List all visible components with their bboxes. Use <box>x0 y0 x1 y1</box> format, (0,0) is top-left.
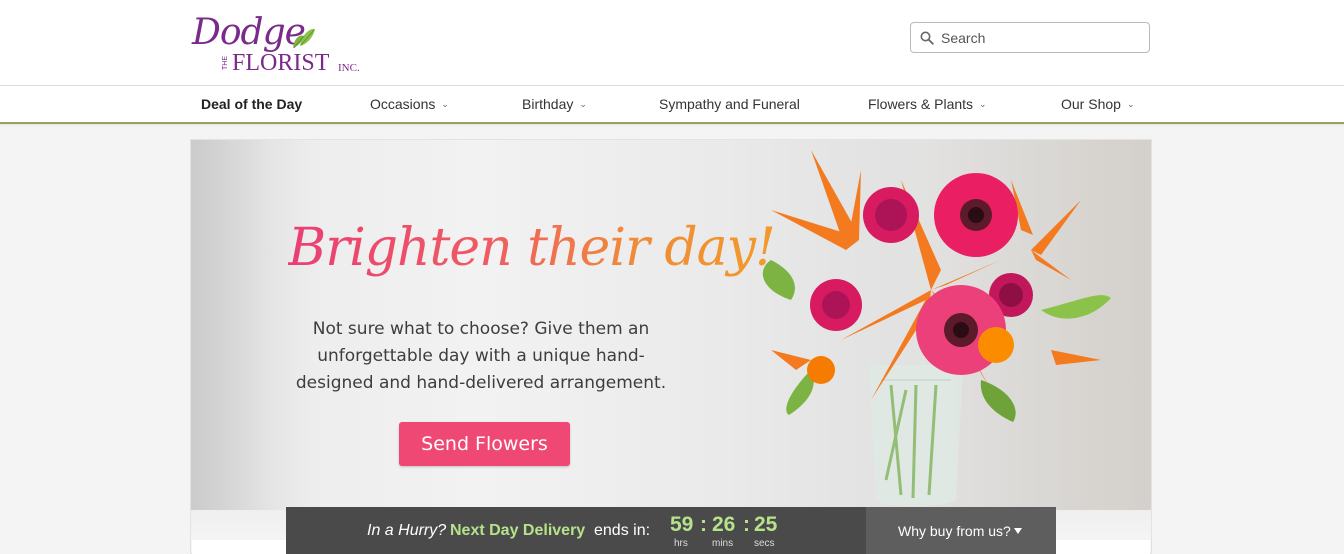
nav-item-label: Sympathy and Funeral <box>659 96 800 112</box>
nav-item-label: Deal of the Day <box>201 96 303 112</box>
logo-wordmark-florist: FLORIST <box>232 50 330 76</box>
send-flowers-button[interactable]: Send Flowers <box>399 422 570 466</box>
leaf-icon <box>293 28 315 49</box>
chevron-down-icon: ⌄ <box>441 99 449 109</box>
seconds-unit-label: secs <box>754 538 775 549</box>
delivery-countdown-bar: In a Hurry? Next Day Delivery ends in: 5… <box>286 507 1056 554</box>
search-input[interactable] <box>941 27 1141 49</box>
countdown-separator: : <box>700 513 707 536</box>
chevron-down-icon: ⌄ <box>979 99 987 109</box>
nav-item-label: Our Shop <box>1061 96 1121 112</box>
hero-banner[interactable]: Brighten their day! Not sure what to cho… <box>190 139 1152 554</box>
flower-bouquet-image <box>762 150 1111 506</box>
logo-the: THE <box>222 56 229 70</box>
logo-wordmark-dodge: Dodge <box>192 12 306 53</box>
site-header: Dodge THE FLORIST INC. <box>0 0 1344 86</box>
countdown-seconds: 25 <box>754 513 778 536</box>
caret-down-icon <box>1014 528 1022 534</box>
hours-unit-label: hrs <box>674 538 688 549</box>
search-icon <box>920 31 934 45</box>
nav-item-flowers-and-plants[interactable]: Flowers & Plants ⌄ <box>868 96 987 112</box>
nav-item-birthday[interactable]: Birthday ⌄ <box>522 96 587 112</box>
countdown-minutes: 26 <box>712 513 736 536</box>
chevron-down-icon: ⌄ <box>579 99 587 109</box>
main-navigation: Deal of the Day Occasions ⌄ Birthday ⌄ Sym… <box>0 86 1344 124</box>
countdown-suffix: ends in: <box>594 522 651 539</box>
nav-item-our-shop[interactable]: Our Shop ⌄ <box>1061 96 1134 112</box>
countdown-prefix: In a Hurry? <box>367 522 447 539</box>
hero-description: Not sure what to choose? Give them an un… <box>295 319 667 393</box>
search-box[interactable] <box>910 22 1150 53</box>
nav-item-deal-of-the-day[interactable]: Deal of the Day <box>201 96 302 112</box>
hero-headline: Brighten their day! <box>288 218 776 278</box>
logo-inc: INC. <box>338 62 360 74</box>
countdown-hours: 59 <box>670 513 694 536</box>
nav-item-label: Occasions <box>370 96 436 112</box>
nav-item-label: Flowers & Plants <box>868 96 974 112</box>
next-day-delivery-label: Next Day Delivery <box>450 522 586 539</box>
why-buy-from-us-label: Why buy from us? <box>898 523 1011 539</box>
why-buy-from-us-dropdown[interactable]: Why buy from us? <box>866 507 1056 554</box>
countdown-separator: : <box>743 513 750 536</box>
dodge-the-florist-logo[interactable]: Dodge THE FLORIST INC. <box>192 12 372 78</box>
chevron-down-icon: ⌄ <box>1126 99 1135 109</box>
minutes-unit-label: mins <box>712 538 734 549</box>
nav-item-occasions[interactable]: Occasions ⌄ <box>370 96 449 112</box>
nav-item-sympathy-and-funeral[interactable]: Sympathy and Funeral <box>659 96 800 112</box>
nav-item-label: Birthday <box>522 96 574 112</box>
